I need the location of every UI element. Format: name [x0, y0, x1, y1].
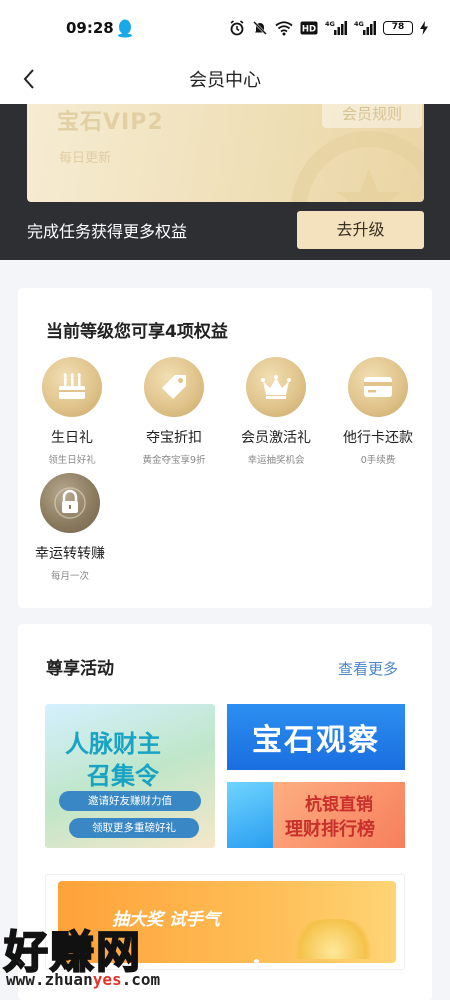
nav-bar: 会员中心	[0, 56, 450, 104]
benefit-treasure-discount[interactable]: 夺宝折扣 黄金夺宝享9折	[122, 357, 226, 466]
status-time: 09:28	[66, 19, 114, 37]
benefit-name: 幸运转转赚	[35, 546, 105, 562]
banner-title: 抽大奖 试手气	[112, 910, 220, 930]
upgrade-button[interactable]: 去升级	[297, 211, 424, 249]
benefit-icon-circle	[42, 357, 102, 417]
benefit-desc: 每月一次	[50, 571, 89, 582]
view-more-link[interactable]: 查看更多	[338, 658, 398, 679]
alarm-icon	[230, 20, 244, 36]
banner-subtitle: 理财排行榜	[285, 819, 375, 840]
benefit-desc: 黄金夺宝享9折	[142, 455, 206, 466]
benefit-icon-circle	[246, 357, 306, 417]
charging-icon	[420, 21, 428, 35]
benefit-icon-circle	[348, 357, 408, 417]
benefits-title: 当前等级您可享4项权益	[46, 322, 228, 342]
qq-icon	[118, 19, 132, 38]
activities-title: 尊享活动	[46, 659, 114, 679]
gem-observation-banner[interactable]: 宝石观察	[227, 704, 405, 770]
signal-icon: 4G	[325, 20, 347, 35]
benefit-name: 夺宝折扣	[146, 430, 202, 446]
banner-image: 抽大奖 试手气	[58, 881, 396, 964]
member-header: 会员规则 宝石VIP2 每日更新 完成任务获得更多权益 去升级	[0, 104, 450, 260]
banner-title: 宝石观察	[252, 723, 380, 758]
discount-tag-icon	[162, 375, 186, 399]
signal-icon: 4G	[354, 20, 376, 35]
svg-text:4G: 4G	[354, 20, 364, 28]
battery-indicator: 78	[383, 21, 413, 35]
benefit-desc: 幸运抽奖机会	[247, 455, 305, 466]
wealth-ranking-banner[interactable]: 杭银直销 理财排行榜	[227, 782, 405, 848]
crown-icon	[261, 375, 291, 399]
benefits-card: 当前等级您可享4项权益 生日礼 领生日好礼 夺宝折扣 黄金夺宝享9折 会员激活礼…	[18, 288, 432, 608]
hd-icon: HD	[300, 21, 318, 35]
update-note: 每日更新	[59, 151, 112, 166]
member-rules-button[interactable]: 会员规则	[322, 104, 422, 128]
birthday-cake-icon	[59, 373, 85, 399]
star-decoration-icon	[291, 131, 424, 202]
benefit-name: 他行卡还款	[343, 430, 413, 446]
wifi-icon	[275, 21, 293, 36]
vip-card: 会员规则 宝石VIP2 每日更新	[27, 104, 424, 202]
benefit-card-repayment[interactable]: 他行卡还款 0手续费	[326, 357, 430, 466]
banner-title: 人脉财主	[65, 730, 161, 758]
lucky-draw-banner[interactable]: 抽大奖 试手气	[45, 874, 405, 970]
status-bar: 09:28 HD 4G 4G 78	[0, 0, 450, 56]
activities-card: 尊享活动 查看更多 人脉财主 召集令 邀请好友赚财力值 领取更多重磅好礼 宝石观…	[18, 624, 432, 1000]
benefit-birthday-gift[interactable]: 生日礼 领生日好礼	[20, 357, 124, 466]
banner-title: 杭银直销	[305, 795, 373, 815]
vip-level: 宝石VIP2	[57, 110, 164, 135]
benefit-desc: 领生日好礼	[48, 455, 96, 466]
benefit-lucky-spin[interactable]: 幸运转转赚 每月一次	[18, 473, 122, 582]
banner-subtitle: 召集令	[87, 762, 159, 790]
banner-pill: 领取更多重磅好礼	[69, 818, 199, 838]
task-prompt: 完成任务获得更多权益	[27, 222, 188, 241]
mute-icon	[253, 21, 267, 35]
carousel-indicator	[254, 959, 259, 964]
benefit-icon-circle	[144, 357, 204, 417]
bank-card-icon	[364, 377, 392, 397]
benefit-name: 生日礼	[51, 430, 93, 446]
coins-icon	[288, 919, 378, 959]
svg-text:4G: 4G	[325, 20, 335, 28]
benefit-icon-circle	[40, 473, 100, 533]
svg-text:HD: HD	[302, 25, 316, 35]
banner-decoration	[227, 782, 273, 848]
lock-icon	[54, 487, 86, 519]
benefit-name: 会员激活礼	[241, 430, 311, 446]
benefit-desc: 0手续费	[360, 455, 396, 466]
referral-banner[interactable]: 人脉财主 召集令 邀请好友赚财力值 领取更多重磅好礼	[45, 704, 215, 848]
benefit-activation-gift[interactable]: 会员激活礼 幸运抽奖机会	[224, 357, 328, 466]
page-title: 会员中心	[189, 70, 261, 91]
banner-pill: 邀请好友赚财力值	[59, 791, 201, 811]
status-icons: HD 4G 4G 78	[229, 18, 428, 38]
